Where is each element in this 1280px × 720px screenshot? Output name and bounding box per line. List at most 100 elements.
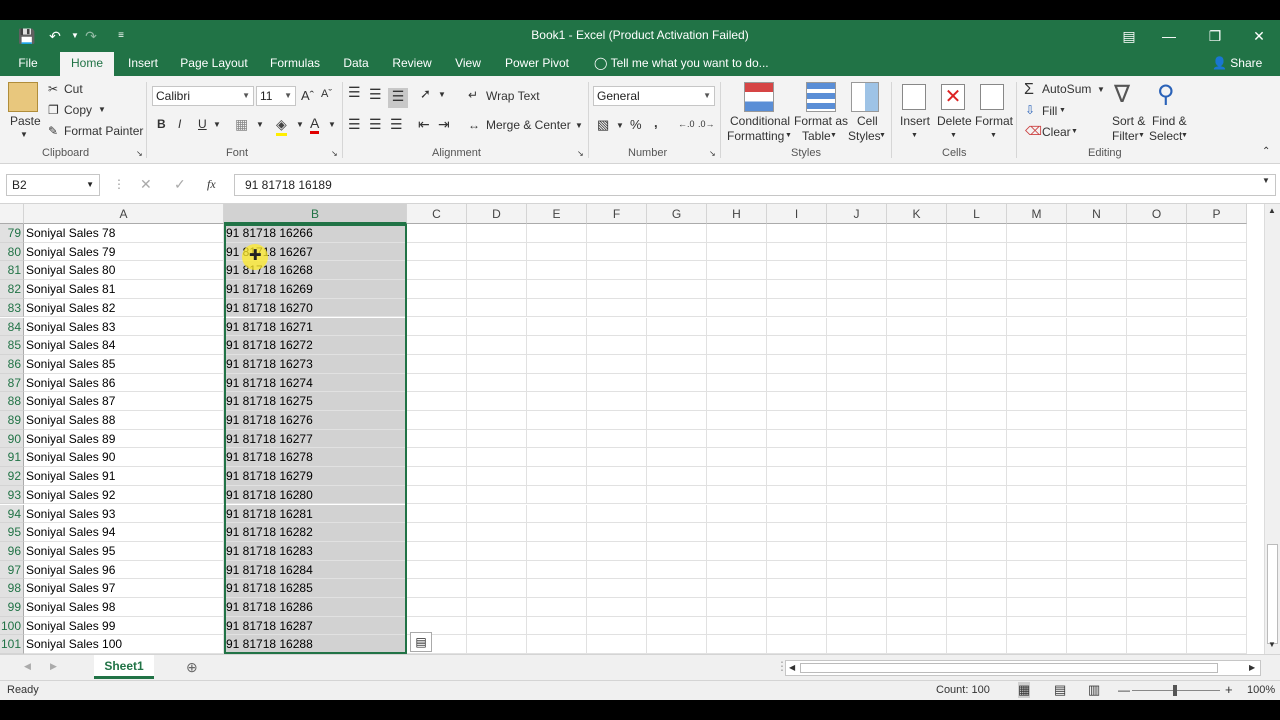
empty-cell[interactable] [407,317,467,337]
empty-cell[interactable] [1007,467,1067,486]
empty-cell[interactable] [887,523,947,542]
empty-cell[interactable] [647,392,707,411]
empty-cell[interactable] [1127,373,1187,393]
paste-icon[interactable] [8,82,38,112]
format-cells-button[interactable]: Format [975,114,1013,128]
empty-cell[interactable] [887,541,947,561]
empty-cell[interactable] [1007,598,1067,617]
empty-cell[interactable] [1127,298,1187,318]
empty-cell[interactable] [947,560,1007,580]
spreadsheet-grid[interactable]: ABCDEFGHIJKLMNOP 79 Soniyal Sales 78 91 81… [0,204,1264,654]
empty-cell[interactable] [587,448,647,468]
fill-button[interactable]: Fill [1042,104,1057,118]
column-header-h[interactable]: H [707,204,767,224]
row-header[interactable]: 95 [0,523,24,542]
clipboard-launcher-icon[interactable]: ↘ [136,149,143,158]
empty-cell[interactable] [1127,242,1187,262]
empty-cell[interactable] [1187,523,1247,542]
cell-a[interactable]: Soniyal Sales 78 [24,224,224,243]
empty-cell[interactable] [467,616,527,636]
cell-b[interactable]: 91 81718 16287 [224,616,407,636]
row-header[interactable]: 86 [0,354,24,374]
empty-cell[interactable] [707,336,767,355]
select-all-corner[interactable] [0,204,24,224]
empty-cell[interactable] [887,429,947,449]
empty-cell[interactable] [467,261,527,281]
empty-cell[interactable] [887,635,947,654]
empty-cell[interactable] [947,261,1007,281]
cell-b[interactable]: 91 81718 16273 [224,354,407,374]
empty-cell[interactable] [1007,224,1067,243]
empty-cell[interactable] [707,541,767,561]
empty-cell[interactable] [587,280,647,299]
column-header-j[interactable]: J [827,204,887,224]
horizontal-scroll-thumb[interactable] [800,663,1218,673]
quick-analysis-icon[interactable]: ▤ [410,632,432,652]
sort-filter-icon[interactable]: ∇ [1114,80,1130,109]
cell-b[interactable]: 91 81718 16280 [224,485,407,505]
empty-cell[interactable] [707,504,767,524]
row-header[interactable]: 97 [0,560,24,580]
empty-cell[interactable] [467,560,527,580]
zoom-in-icon[interactable]: + [1225,682,1233,697]
tab-insert[interactable]: Insert [122,52,164,76]
empty-cell[interactable] [1127,280,1187,299]
cell-a[interactable]: Soniyal Sales 79 [24,242,224,262]
cell-a[interactable]: Soniyal Sales 83 [24,317,224,337]
empty-cell[interactable] [647,616,707,636]
cell-styles-icon[interactable] [851,82,879,112]
empty-cell[interactable] [887,467,947,486]
font-name-select[interactable]: Calibri ▼ [152,86,254,106]
empty-cell[interactable] [1007,448,1067,468]
cell-a[interactable]: Soniyal Sales 84 [24,336,224,355]
underline-dropdown-icon[interactable]: ▼ [213,120,221,129]
empty-cell[interactable] [587,429,647,449]
empty-cell[interactable] [887,261,947,281]
empty-cell[interactable] [527,336,587,355]
empty-cell[interactable] [827,598,887,617]
find-select-button[interactable]: Find & [1152,114,1187,128]
cell-b[interactable]: 91 81718 16286 [224,598,407,617]
empty-cell[interactable] [1067,261,1127,281]
empty-cell[interactable] [1007,635,1067,654]
empty-cell[interactable] [767,298,827,318]
column-header-p[interactable]: P [1187,204,1247,224]
empty-cell[interactable] [407,373,467,393]
zoom-level[interactable]: 100% [1247,684,1275,696]
empty-cell[interactable] [767,261,827,281]
empty-cell[interactable] [1067,504,1127,524]
empty-cell[interactable] [1127,635,1187,654]
empty-cell[interactable] [707,448,767,468]
empty-cell[interactable] [1067,523,1127,542]
empty-cell[interactable] [467,336,527,355]
column-header-l[interactable]: L [947,204,1007,224]
empty-cell[interactable] [947,224,1007,243]
format-cells-icon[interactable] [980,84,1004,110]
empty-cell[interactable] [827,261,887,281]
empty-cell[interactable] [587,298,647,318]
empty-cell[interactable] [407,541,467,561]
sort-filter-button-line2[interactable]: Filter [1112,129,1139,143]
empty-cell[interactable] [707,523,767,542]
cell-b[interactable]: 91 81718 16281 [224,504,407,524]
cell-a[interactable]: Soniyal Sales 91 [24,467,224,486]
empty-cell[interactable] [707,616,767,636]
empty-cell[interactable] [407,224,467,243]
empty-cell[interactable] [1007,298,1067,318]
copy-button[interactable]: Copy [64,103,92,117]
cell-a[interactable]: Soniyal Sales 85 [24,354,224,374]
number-format-select[interactable]: General ▼ [593,86,715,106]
empty-cell[interactable] [647,261,707,281]
close-icon[interactable]: ✕ [1244,26,1274,46]
format-painter-icon[interactable]: ✎ [48,124,58,138]
paste-button[interactable]: Paste [10,114,41,128]
empty-cell[interactable] [587,504,647,524]
cell-b[interactable]: 91 81718 16283 [224,541,407,561]
empty-cell[interactable] [527,504,587,524]
accounting-dropdown-icon[interactable]: ▼ [616,121,624,130]
empty-cell[interactable] [647,373,707,393]
expand-formula-icon[interactable]: ▼ [1262,176,1270,185]
empty-cell[interactable] [887,224,947,243]
empty-cell[interactable] [587,392,647,411]
empty-cell[interactable] [1187,467,1247,486]
